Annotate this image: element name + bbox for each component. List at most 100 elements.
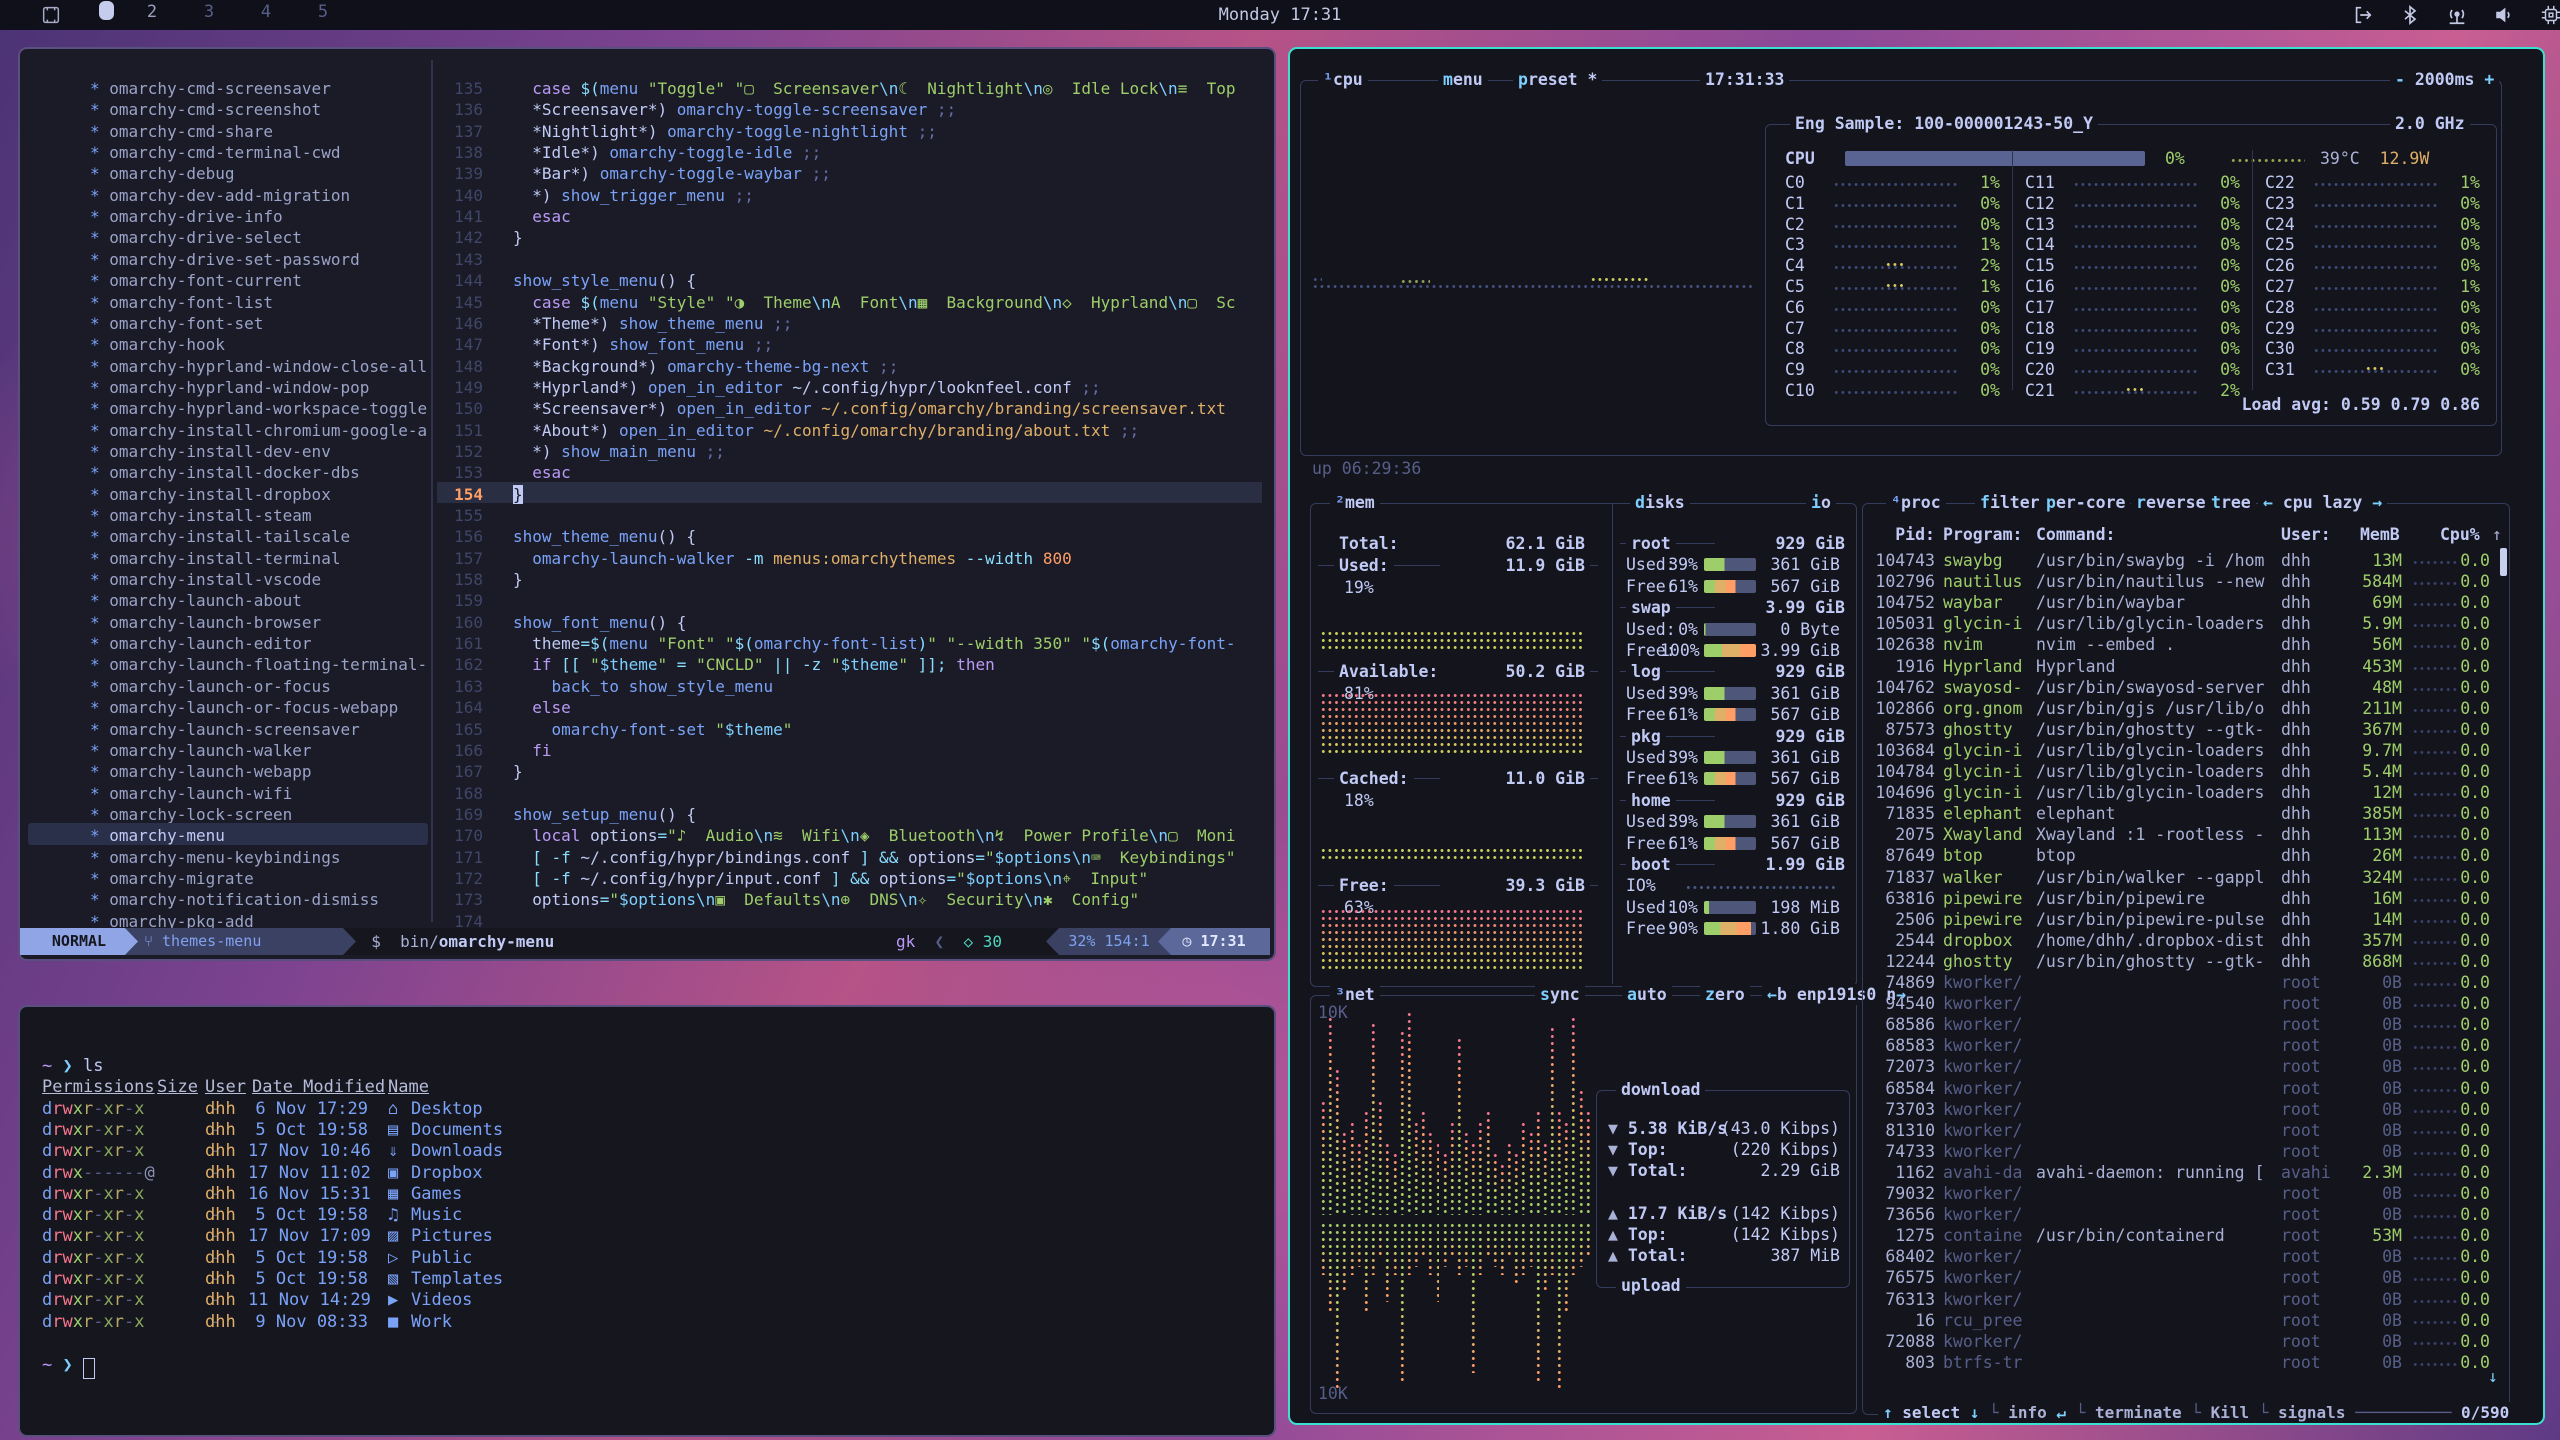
process-row[interactable]: 68402 bbox=[1870, 1246, 1935, 1267]
process-row[interactable]: 102866 bbox=[1870, 698, 1935, 719]
file-item[interactable]: * omarchy-launch-browser bbox=[90, 612, 321, 633]
proc-scroll-down-icon[interactable]: ↓ bbox=[2488, 1366, 2498, 1387]
code-line[interactable]: *Nightlight*) omarchy-toggle-nightlight … bbox=[513, 121, 937, 142]
process-row[interactable]: 68584 bbox=[1870, 1078, 1935, 1099]
file-item[interactable]: * omarchy-install-terminal bbox=[90, 548, 340, 569]
file-item[interactable]: * omarchy-menu-keybindings bbox=[90, 847, 340, 868]
update-interval[interactable]: - 2000ms + bbox=[2390, 69, 2499, 90]
file-item[interactable]: * omarchy-install-dev-env bbox=[90, 441, 331, 462]
file-item[interactable]: * omarchy-drive-info bbox=[90, 206, 283, 227]
process-row[interactable]: 102638 bbox=[1870, 634, 1935, 655]
process-row[interactable]: 16 bbox=[1870, 1310, 1935, 1331]
process-row[interactable]: 73703 bbox=[1870, 1099, 1935, 1120]
process-row[interactable]: 87573 bbox=[1870, 719, 1935, 740]
proc-header-program[interactable]: Program: bbox=[1943, 524, 2022, 545]
process-row[interactable]: 103684 bbox=[1870, 740, 1935, 761]
file-item[interactable]: * omarchy-launch-walker bbox=[90, 740, 312, 761]
process-row[interactable]: 73656 bbox=[1870, 1204, 1935, 1225]
code-line[interactable]: else bbox=[513, 697, 571, 718]
code-line[interactable]: *Idle*) omarchy-toggle-idle ;; bbox=[513, 142, 821, 163]
process-row[interactable]: 71837 bbox=[1870, 867, 1935, 888]
process-row[interactable]: 63816 bbox=[1870, 888, 1935, 909]
file-item[interactable]: * omarchy-launch-or-focus-webapp bbox=[90, 697, 398, 718]
net-sync-button[interactable]: sync bbox=[1535, 984, 1585, 1005]
process-row[interactable]: 104696 bbox=[1870, 782, 1935, 803]
file-item[interactable]: * omarchy-launch-or-focus bbox=[90, 676, 331, 697]
code-line[interactable]: fi bbox=[513, 740, 552, 761]
code-line[interactable]: *Background*) omarchy-theme-bg-next ;; bbox=[513, 356, 898, 377]
code-line[interactable]: *) show_trigger_menu ;; bbox=[513, 185, 754, 206]
file-item[interactable]: * omarchy-cmd-screenshot bbox=[90, 99, 321, 120]
process-row[interactable]: 94540 bbox=[1870, 993, 1935, 1014]
file-item[interactable]: * omarchy-install-vscode bbox=[90, 569, 321, 590]
process-row[interactable]: 1162 bbox=[1870, 1162, 1935, 1183]
proc-header-cpu[interactable]: Cpu% bbox=[2440, 524, 2480, 545]
code-line[interactable]: show_font_menu() { bbox=[513, 612, 686, 633]
process-row[interactable]: 1275 bbox=[1870, 1225, 1935, 1246]
file-item[interactable]: * omarchy-font-current bbox=[90, 270, 302, 291]
file-item[interactable]: * omarchy-drive-select bbox=[90, 227, 302, 248]
file-item[interactable]: * omarchy-cmd-share bbox=[90, 121, 273, 142]
proc-header-user[interactable]: User: bbox=[2281, 524, 2331, 545]
file-item[interactable]: * omarchy-launch-about bbox=[90, 590, 302, 611]
code-line[interactable]: show_style_menu() { bbox=[513, 270, 696, 291]
file-item[interactable]: * omarchy-install-chromium-google-a bbox=[90, 420, 427, 441]
code-line[interactable]: *Font*) show_font_menu ;; bbox=[513, 334, 773, 355]
code-line[interactable]: omarchy-launch-walker -m menus:omarchyth… bbox=[513, 548, 1072, 569]
code-line[interactable]: } bbox=[513, 761, 523, 782]
code-line[interactable]: theme=$(menu "Font" "$(omarchy-font-list… bbox=[513, 633, 1236, 654]
code-line[interactable]: [ -f ~/.config/hypr/input.conf ] && opti… bbox=[513, 868, 1148, 889]
code-line[interactable]: *Theme*) show_theme_menu ;; bbox=[513, 313, 792, 334]
process-row[interactable]: 104762 bbox=[1870, 677, 1935, 698]
proc-header-pid[interactable]: Pid: bbox=[1875, 524, 1935, 545]
process-row[interactable]: 72088 bbox=[1870, 1331, 1935, 1352]
disks-title[interactable]: disks bbox=[1630, 492, 1690, 513]
code-line[interactable]: back_to show_style_menu bbox=[513, 676, 773, 697]
code-line[interactable]: omarchy-font-set "$theme" bbox=[513, 719, 792, 740]
file-item[interactable]: * omarchy-cmd-screensaver bbox=[90, 78, 331, 99]
cpu-box-title[interactable]: ¹cpu bbox=[1318, 69, 1368, 90]
process-row[interactable]: 104752 bbox=[1870, 592, 1935, 613]
code-line[interactable]: esac bbox=[513, 206, 571, 227]
process-row[interactable]: 803 bbox=[1870, 1352, 1935, 1373]
code-line[interactable]: case $(menu "Style" "◑ Theme\nA Font\n▦ … bbox=[513, 292, 1236, 313]
process-row[interactable]: 2506 bbox=[1870, 909, 1935, 930]
process-row[interactable]: 68586 bbox=[1870, 1014, 1935, 1035]
process-row[interactable]: 12244 bbox=[1870, 951, 1935, 972]
code-line[interactable]: case $(menu "Toggle" "▢ Screensaver\n☾ N… bbox=[513, 78, 1235, 99]
preset-button[interactable]: preset * bbox=[1513, 69, 1602, 90]
proc-sort[interactable]: ← cpu lazy → bbox=[2258, 492, 2387, 513]
net-auto-button[interactable]: auto bbox=[1622, 984, 1672, 1005]
file-item[interactable]: * omarchy-migrate bbox=[90, 868, 254, 889]
process-row[interactable]: 104743 bbox=[1870, 550, 1935, 571]
code-line[interactable]: options="$options\n▣ Defaults\n⊕ DNS\n✧ … bbox=[513, 889, 1139, 910]
code-line[interactable]: local options="♪ Audio\n≋ Wifi\n◈ Blueto… bbox=[513, 825, 1236, 846]
file-item[interactable]: * omarchy-install-dropbox bbox=[90, 484, 331, 505]
file-item[interactable]: * omarchy-hook bbox=[90, 334, 225, 355]
code-line[interactable]: } bbox=[513, 227, 523, 248]
file-item[interactable]: * omarchy-launch-webapp bbox=[90, 761, 312, 782]
proc-tree-button[interactable]: tree bbox=[2206, 492, 2256, 513]
sort-direction-icon[interactable]: ↑ bbox=[2492, 524, 2502, 545]
file-item[interactable]: * omarchy-install-docker-dbs bbox=[90, 462, 360, 483]
menu-button[interactable]: menu bbox=[1438, 69, 1488, 90]
code-line[interactable]: show_setup_menu() { bbox=[513, 804, 696, 825]
file-item[interactable]: * omarchy-font-set bbox=[90, 313, 263, 334]
process-row[interactable]: 2544 bbox=[1870, 930, 1935, 951]
file-item[interactable]: * omarchy-debug bbox=[90, 163, 235, 184]
file-item[interactable]: * omarchy-hyprland-workspace-toggle bbox=[90, 398, 427, 419]
code-line[interactable]: } bbox=[513, 569, 523, 590]
code-line[interactable]: *Screensaver*) omarchy-toggle-screensave… bbox=[513, 99, 956, 120]
code-line[interactable]: esac bbox=[513, 462, 571, 483]
file-item[interactable]: * omarchy-install-steam bbox=[90, 505, 312, 526]
file-item[interactable]: * omarchy-menu bbox=[90, 825, 225, 846]
process-row[interactable]: 87649 bbox=[1870, 845, 1935, 866]
process-row[interactable]: 72073 bbox=[1870, 1056, 1935, 1077]
process-row[interactable]: 74733 bbox=[1870, 1141, 1935, 1162]
code-line[interactable]: show_theme_menu() { bbox=[513, 526, 696, 547]
process-row[interactable]: 1916 bbox=[1870, 656, 1935, 677]
process-row[interactable]: 2075 bbox=[1870, 824, 1935, 845]
process-row[interactable]: 79032 bbox=[1870, 1183, 1935, 1204]
file-item[interactable]: * omarchy-lock-screen bbox=[90, 804, 292, 825]
code-line[interactable]: *Hyprland*) open_in_editor ~/.config/hyp… bbox=[513, 377, 1101, 398]
